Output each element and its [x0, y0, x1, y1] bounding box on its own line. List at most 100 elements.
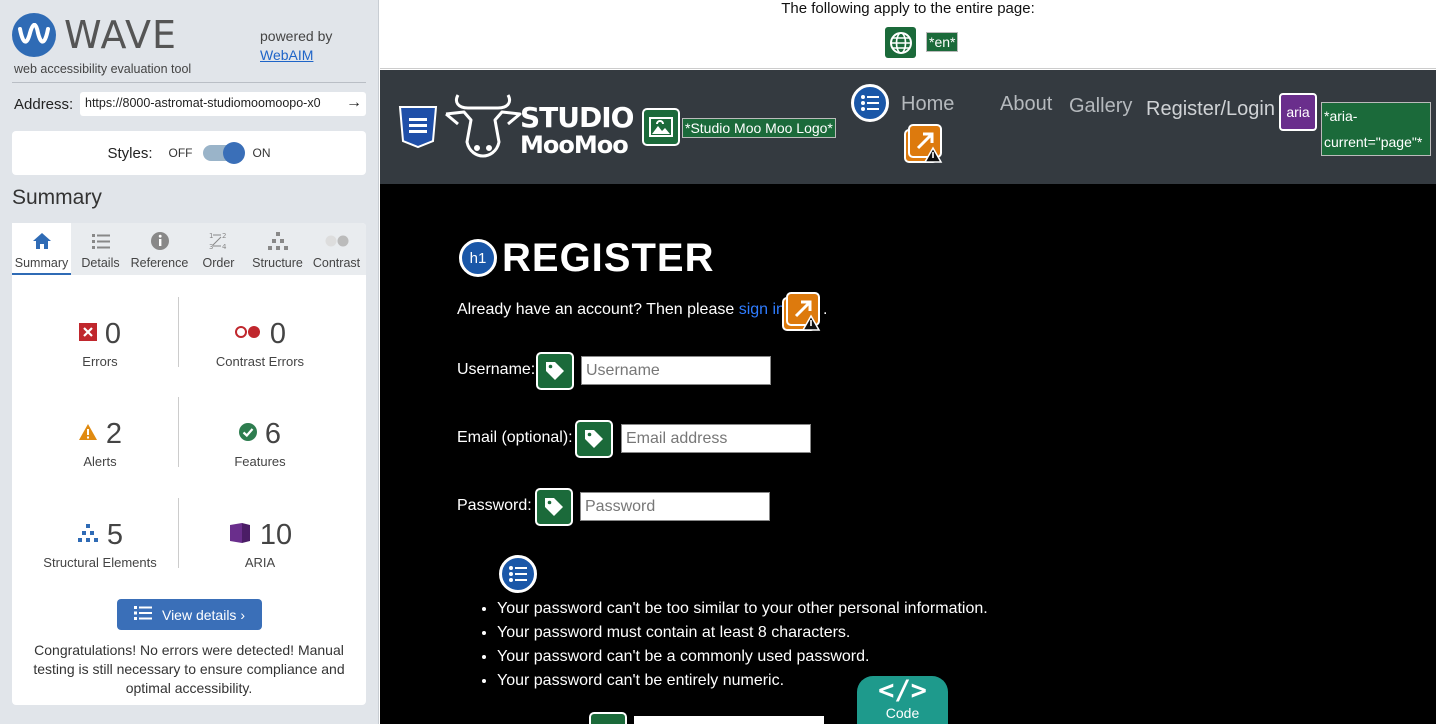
errors-count: 0	[104, 317, 122, 350]
aria-badge-icon[interactable]: aria	[1279, 93, 1317, 131]
tab-contrast[interactable]: Contrast	[307, 223, 366, 275]
address-row: Address: https://8000-astromat-studiomoo…	[14, 92, 366, 116]
username-input[interactable]: Username	[581, 356, 771, 385]
already-text: Already have an account? Then please	[457, 301, 739, 318]
aria-label: ARIA	[244, 555, 276, 570]
tab-label: Reference	[130, 256, 189, 270]
confirm-password-input[interactable]	[634, 716, 824, 724]
site-navbar: STUDIO MooMoo *Studio Moo Moo Logo* Home…	[380, 70, 1436, 184]
contrast-errors-label: Contrast Errors	[215, 354, 305, 369]
congrats-message: Congratulations! No errors were detected…	[33, 642, 345, 696]
aria-badge-text: aria	[1286, 104, 1310, 120]
alerts-count: 2	[105, 417, 123, 450]
features-count: 6	[264, 417, 282, 450]
address-value: https://8000-astromat-studiomoomoopo-x0	[85, 96, 321, 110]
tab-label: Order	[202, 256, 235, 270]
view-details-button[interactable]: View details ›	[117, 599, 262, 630]
tab-label: Structure	[252, 256, 303, 270]
code-icon: </>	[878, 675, 927, 706]
already-account-text: Already have an account? Then please sig…	[457, 301, 785, 319]
password-input[interactable]: Password	[580, 492, 770, 521]
summary-panel: Summary Details Reference 1234 Order Str…	[12, 223, 366, 705]
tab-label: Details	[81, 256, 120, 270]
email-label: Email (optional):	[457, 429, 573, 446]
tab-details[interactable]: Details	[71, 223, 130, 275]
wave-sidebar: WAVE web accessibility evaluation tool p…	[0, 0, 379, 724]
aria-count: 10	[259, 518, 293, 551]
period-text: .	[823, 301, 828, 318]
tab-label: Contrast	[312, 256, 361, 270]
list-icon	[91, 230, 111, 252]
features-label: Features	[234, 454, 286, 469]
label-tag-icon[interactable]	[535, 488, 573, 526]
powered-by: powered by WebAIM	[260, 27, 332, 65]
divider	[12, 82, 366, 83]
structural-label: Structural Elements	[43, 555, 157, 570]
tab-structure[interactable]: Structure	[248, 223, 307, 275]
tab-reference[interactable]: Reference	[130, 223, 189, 275]
wave-logo-icon	[12, 13, 56, 57]
contrast-errors-count: 0	[269, 317, 287, 350]
stat-structural: 5 Structural Elements	[17, 518, 183, 571]
page-apply-text: The following apply to the entire page:	[781, 0, 1035, 17]
tab-label: Summary	[14, 256, 69, 270]
styles-label: Styles:	[107, 144, 153, 162]
svg-text:2: 2	[222, 232, 226, 240]
image-icon[interactable]	[642, 108, 680, 146]
styles-toggle-box: Styles: OFF ON	[12, 131, 366, 175]
aria-current-tag: *aria-current="page"*	[1321, 102, 1431, 156]
logo-line-1: STUDIO	[520, 101, 634, 134]
list-icon[interactable]	[851, 84, 889, 122]
email-input[interactable]: Email address	[621, 424, 811, 453]
tab-summary[interactable]: Summary	[12, 223, 71, 275]
code-toggle-button[interactable]: </> Code	[857, 676, 948, 724]
address-label: Address:	[14, 95, 74, 113]
stat-alerts: 2 Alerts	[17, 417, 183, 469]
hierarchy-icon	[267, 230, 289, 252]
label-tag-icon[interactable]	[575, 420, 613, 458]
label-tag-icon[interactable]	[589, 712, 627, 724]
address-input[interactable]: https://8000-astromat-studiomoomoopo-x0 …	[80, 92, 366, 116]
globe-icon[interactable]	[885, 27, 916, 58]
svg-text:3: 3	[209, 243, 213, 251]
view-details-label: View details ›	[161, 606, 245, 623]
summary-heading: Summary	[12, 186, 102, 209]
tab-order[interactable]: 1 2 3 4 Order	[189, 223, 248, 275]
nav-register-login[interactable]: Register/Login	[1146, 98, 1275, 121]
styles-toggle[interactable]	[202, 142, 245, 164]
home-icon	[32, 230, 52, 252]
logo-alt-tag: *Studio Moo Moo Logo*	[682, 118, 836, 138]
toggle-knob[interactable]	[222, 142, 245, 164]
arrow-right-icon[interactable]: →	[346, 94, 362, 112]
list-item: Your password can't be a commonly used p…	[497, 645, 988, 669]
username-label: Username:	[457, 361, 536, 378]
heading-level-icon[interactable]: h1	[459, 239, 497, 277]
info-icon	[150, 230, 170, 252]
alert-icon	[78, 423, 98, 446]
nav-about[interactable]: About	[1000, 93, 1052, 116]
site-logo-text: STUDIO MooMoo	[520, 101, 634, 158]
page-title: REGISTER	[502, 236, 715, 280]
nav-gallery[interactable]: Gallery	[1069, 95, 1132, 118]
stat-features: 6 Features	[177, 417, 343, 470]
alerts-label: Alerts	[83, 454, 117, 469]
list-icon[interactable]	[499, 555, 537, 593]
page-level-info: The following apply to the entire page: …	[380, 0, 1436, 69]
wave-app-name: WAVE	[64, 13, 178, 57]
stat-errors: 0 Errors	[17, 317, 183, 369]
h1-badge-text: h1	[469, 249, 487, 267]
webaim-link[interactable]: WebAIM	[260, 47, 313, 63]
sign-in-link[interactable]: sign in	[739, 301, 785, 318]
redundant-link-alert-icon[interactable]	[904, 124, 944, 164]
list-icon[interactable]	[397, 105, 439, 149]
tab-bar: Summary Details Reference 1234 Order Str…	[12, 223, 366, 275]
code-label: Code	[885, 705, 920, 721]
redundant-link-alert-icon[interactable]	[782, 292, 822, 332]
checkmark-icon	[238, 422, 257, 446]
order-icon: 1 2 3 4	[208, 230, 230, 252]
list-item: Your password must contain at least 8 ch…	[497, 621, 988, 645]
label-tag-icon[interactable]	[536, 352, 574, 390]
nav-home[interactable]: Home	[901, 93, 954, 116]
structural-count: 5	[106, 518, 124, 551]
password-label: Password:	[457, 497, 532, 514]
